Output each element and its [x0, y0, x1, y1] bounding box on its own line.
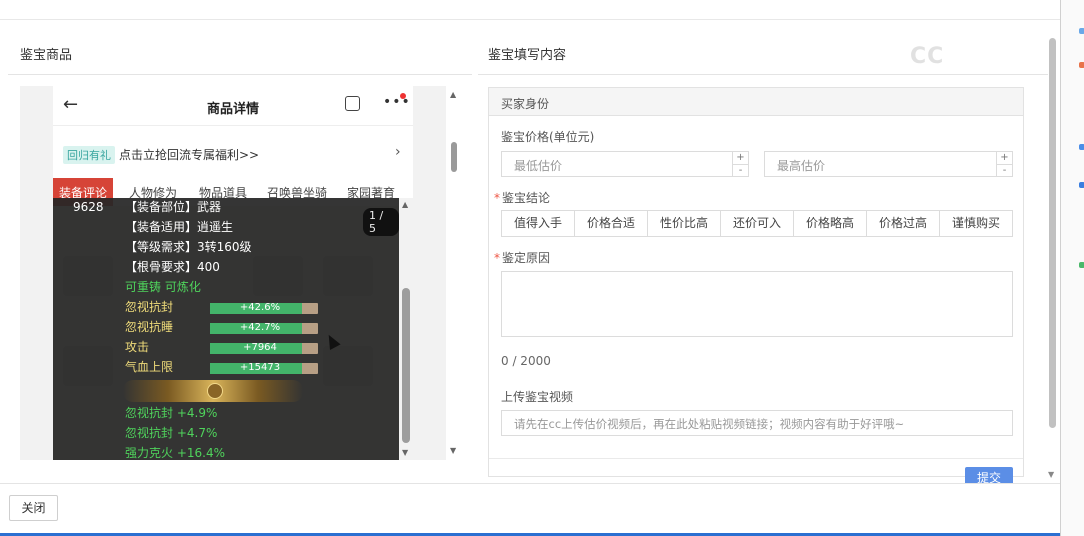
promo-text: 点击立抢回流专属福利>>: [119, 148, 260, 162]
divider: [8, 74, 472, 75]
stat-value: +42.7%: [239, 322, 281, 333]
scroll-down-icon[interactable]: ▼: [450, 446, 456, 455]
decrement-icon[interactable]: -: [733, 164, 748, 176]
conclusion-option[interactable]: 价格合适: [575, 211, 648, 236]
divider: [489, 458, 1023, 459]
preview-scrollbar[interactable]: ▲ ▼: [446, 86, 462, 460]
emblem-icon: [207, 383, 223, 399]
stat-name: 攻击: [125, 340, 150, 354]
ornament-divider: [123, 380, 303, 402]
phone-page: ← 商品详情 ••• 回归有礼 点击立抢回流专属福利>> › 装备评论 人物修为…: [53, 86, 413, 460]
conclusion-option[interactable]: 价格略高: [794, 211, 867, 236]
max-price-placeholder: 最高估价: [777, 159, 826, 173]
form-section-title: 买家身份: [501, 97, 550, 111]
left-section-title: 鉴宝商品: [20, 48, 73, 63]
item-flags: 可重铸 可炼化: [125, 280, 201, 294]
stat-bar: +42.6%: [210, 302, 318, 314]
conclusion-option[interactable]: 还价可入: [721, 211, 794, 236]
stat-value: +42.6%: [239, 302, 281, 313]
divider: [478, 74, 1048, 75]
tooltip-scroll-thumb[interactable]: [402, 288, 410, 443]
appraisal-form: 买家身份 鉴宝价格(单位元) 最低估价 + - 最高估价 + - * 鉴宝结论 值得入…: [488, 87, 1024, 489]
item-id: 9628: [73, 200, 104, 214]
reason-label: * 鉴定原因: [494, 249, 550, 266]
scroll-up-icon[interactable]: ▲: [450, 90, 456, 99]
reason-label-text: 鉴定原因: [502, 251, 551, 265]
dialog-footer: 关闭: [0, 483, 1060, 536]
required-mark: *: [494, 191, 500, 205]
stat-value: +15473: [239, 362, 281, 373]
item-attr-line: 【等级需求】3转160级: [125, 240, 252, 254]
bonus-line: 强力克火 +16.4%: [125, 446, 225, 460]
edge-icon: [1079, 62, 1084, 68]
required-mark: *: [494, 251, 500, 265]
increment-icon[interactable]: +: [997, 152, 1012, 164]
right-section-title: 鉴宝填写内容: [488, 48, 567, 63]
conclusion-option[interactable]: 性价比高: [648, 211, 721, 236]
video-link-input[interactable]: 请先在cc上传估价视频后，再在此处粘贴视频链接；视频内容有助于好评哦~: [501, 410, 1013, 436]
scroll-up-icon[interactable]: ▲: [402, 200, 408, 209]
stat-bar: +7964: [210, 342, 318, 354]
item-tooltip: 9628 1 / 5 【装备部位】武器 【装备适用】逍遥生 【等级需求】3转16…: [53, 198, 399, 460]
conclusion-option[interactable]: 谨慎购买: [940, 211, 1012, 236]
stat-value: +7964: [243, 342, 277, 353]
preview-scroll-thumb[interactable]: [451, 142, 457, 172]
close-button[interactable]: 关闭: [9, 495, 58, 521]
edge-icon: [1079, 262, 1084, 268]
max-price-input[interactable]: 最高估价 + -: [764, 151, 1013, 177]
scroll-down-icon[interactable]: ▼: [402, 448, 408, 457]
form-section-header: 买家身份: [489, 88, 1023, 116]
right-sidebar-edge: [1060, 0, 1084, 536]
increment-icon[interactable]: +: [733, 152, 748, 164]
dialog-scroll-thumb[interactable]: [1049, 38, 1056, 428]
bonus-line: 忽视抗封 +4.9%: [125, 406, 218, 420]
top-strip: [0, 0, 1060, 20]
tooltip-scrollbar[interactable]: ▲ ▼: [399, 198, 413, 460]
conclusion-option[interactable]: 值得入手: [502, 211, 575, 236]
product-preview-frame[interactable]: ← 商品详情 ••• 回归有礼 点击立抢回流专属福利>> › 装备评论 人物修为…: [20, 86, 446, 460]
appraisal-dialog: ▼ CC 鉴宝商品 ← 商品详情 ••• 回归有礼 点击立抢回流专属福利>> ›…: [0, 0, 1084, 536]
share-icon[interactable]: [345, 96, 360, 111]
chevron-right-icon: ›: [395, 144, 401, 160]
edge-icon: [1079, 144, 1084, 150]
video-label: 上传鉴宝视频: [501, 390, 574, 404]
stat-name: 忽视抗睡: [125, 320, 174, 334]
decrement-icon[interactable]: -: [997, 164, 1012, 176]
item-attr-line: 【根骨要求】400: [125, 260, 220, 274]
item-attr-line: 【装备适用】逍遥生: [125, 220, 234, 234]
max-price-stepper[interactable]: + -: [996, 152, 1012, 176]
char-counter: 0 / 2000: [501, 354, 551, 368]
promo-banner[interactable]: 回归有礼 点击立抢回流专属福利>> ›: [53, 138, 413, 170]
min-price-placeholder: 最低估价: [514, 159, 563, 173]
stat-bar: +15473: [210, 362, 318, 374]
dialog-scrollbar[interactable]: ▼: [1046, 30, 1058, 480]
reason-textarea[interactable]: [501, 271, 1013, 337]
min-price-input[interactable]: 最低估价 + -: [501, 151, 749, 177]
phone-nav-bar: ← 商品详情 •••: [53, 86, 413, 126]
conclusion-option[interactable]: 价格过高: [867, 211, 940, 236]
item-attr-line: 【装备部位】武器: [125, 200, 222, 214]
video-link-placeholder: 请先在cc上传估价视频后，再在此处粘贴视频链接；视频内容有助于好评哦~: [514, 417, 905, 431]
scroll-down-icon[interactable]: ▼: [1048, 470, 1054, 479]
edge-icon: [1079, 28, 1084, 34]
tooltip-pager: 1 / 5: [363, 208, 399, 236]
price-label: 鉴宝价格(单位元): [501, 130, 595, 144]
more-icon[interactable]: •••: [383, 94, 411, 110]
conclusion-label-text: 鉴宝结论: [502, 191, 551, 205]
min-price-stepper[interactable]: + -: [732, 152, 748, 176]
watermark-logo: CC: [910, 44, 945, 69]
edge-icon: [1079, 182, 1084, 188]
stat-name: 气血上限: [125, 360, 174, 374]
stat-bar: +42.7%: [210, 322, 318, 334]
bonus-line: 忽视抗封 +4.7%: [125, 426, 218, 440]
promo-tag: 回归有礼: [63, 146, 115, 164]
notification-dot: [400, 93, 406, 99]
stat-name: 忽视抗封: [125, 300, 174, 314]
conclusion-options: 值得入手 价格合适 性价比高 还价可入 价格略高 价格过高 谨慎购买: [501, 210, 1013, 237]
conclusion-label: * 鉴宝结论: [494, 189, 550, 206]
